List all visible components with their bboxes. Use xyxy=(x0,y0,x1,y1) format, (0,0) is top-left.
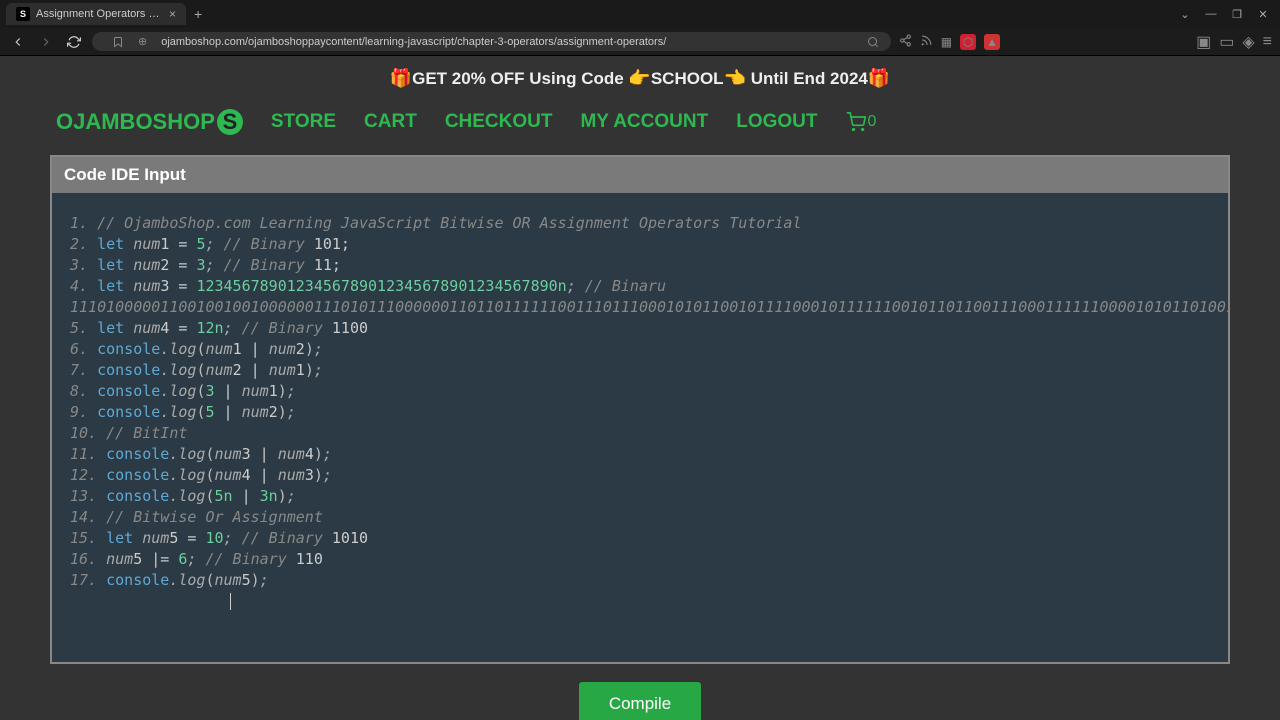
sidebar-toggle-icon[interactable]: ▣ xyxy=(1196,32,1211,52)
back-button[interactable] xyxy=(8,32,28,52)
binary-overflow: 1110100000110010010010000001110101110000… xyxy=(70,297,1210,318)
browser-tab[interactable]: S Assignment Operators - O × xyxy=(6,3,186,25)
tab-title: Assignment Operators - O xyxy=(36,8,163,20)
main-nav: OJAMBOSHOP S STORE CART CHECKOUT MY ACCO… xyxy=(0,101,1280,155)
menu-icon[interactable]: ≡ xyxy=(1263,33,1272,51)
site-info-icon[interactable]: ⊕ xyxy=(138,35,147,48)
chevron-down-icon[interactable]: ⌄ xyxy=(1174,4,1196,24)
cart-icon xyxy=(846,112,866,132)
reload-button[interactable] xyxy=(64,32,84,52)
ide-header: Code IDE Input xyxy=(52,157,1228,193)
nav-account[interactable]: MY ACCOUNT xyxy=(580,111,708,133)
theme-icon[interactable]: ◈ xyxy=(1242,32,1254,52)
nav-logout[interactable]: LOGOUT xyxy=(736,111,817,133)
gift-icon: 🎁 xyxy=(390,68,412,88)
nav-checkout[interactable]: CHECKOUT xyxy=(445,111,553,133)
text-cursor xyxy=(230,593,231,610)
promo-banner: 🎁GET 20% OFF Using Code 👉SCHOOL👈 Until E… xyxy=(0,56,1280,101)
bookmark-outline-icon[interactable] xyxy=(112,36,124,48)
url-text: ojamboshop.com/ojamboshoppaycontent/lear… xyxy=(161,36,859,48)
nav-store[interactable]: STORE xyxy=(271,111,336,133)
close-window-icon[interactable]: ✕ xyxy=(1252,4,1274,24)
rss-icon[interactable] xyxy=(920,34,933,50)
logo-badge-icon: S xyxy=(217,109,243,135)
tab-favicon: S xyxy=(16,7,30,21)
gift-icon: 🎁 xyxy=(868,68,890,88)
point-right-icon: 👉 xyxy=(628,68,650,88)
reader-icon[interactable]: ▭ xyxy=(1219,32,1234,52)
grid-icon[interactable]: ▦ xyxy=(941,35,952,49)
ide-panel: Code IDE Input 1. // OjamboShop.com Lear… xyxy=(50,155,1230,664)
forward-button[interactable] xyxy=(36,32,56,52)
browser-toolbar: ⊕ ojamboshop.com/ojamboshoppaycontent/le… xyxy=(0,28,1280,56)
tab-close-icon[interactable]: × xyxy=(169,7,176,21)
share-icon[interactable] xyxy=(899,34,912,50)
browser-tab-bar: S Assignment Operators - O × + ⌄ — ❐ ✕ xyxy=(0,0,1280,28)
maximize-icon[interactable]: ❐ xyxy=(1226,4,1248,24)
point-left-icon: 👈 xyxy=(724,68,746,88)
cart-widget[interactable]: 0 xyxy=(846,112,877,132)
nav-cart[interactable]: CART xyxy=(364,111,417,133)
zoom-icon[interactable] xyxy=(867,36,879,48)
new-tab-button[interactable]: + xyxy=(194,6,202,22)
minimize-icon[interactable]: — xyxy=(1200,4,1222,24)
extension-icon-1[interactable]: ⬡ xyxy=(960,34,976,50)
code-editor[interactable]: 1. // OjamboShop.com Learning JavaScript… xyxy=(52,193,1228,662)
site-logo[interactable]: OJAMBOSHOP S xyxy=(56,109,243,135)
extension-icon-2[interactable]: ▲ xyxy=(984,34,1000,50)
compile-button[interactable]: Compile xyxy=(579,682,701,720)
address-bar[interactable]: ⊕ ojamboshop.com/ojamboshoppaycontent/le… xyxy=(92,32,891,51)
